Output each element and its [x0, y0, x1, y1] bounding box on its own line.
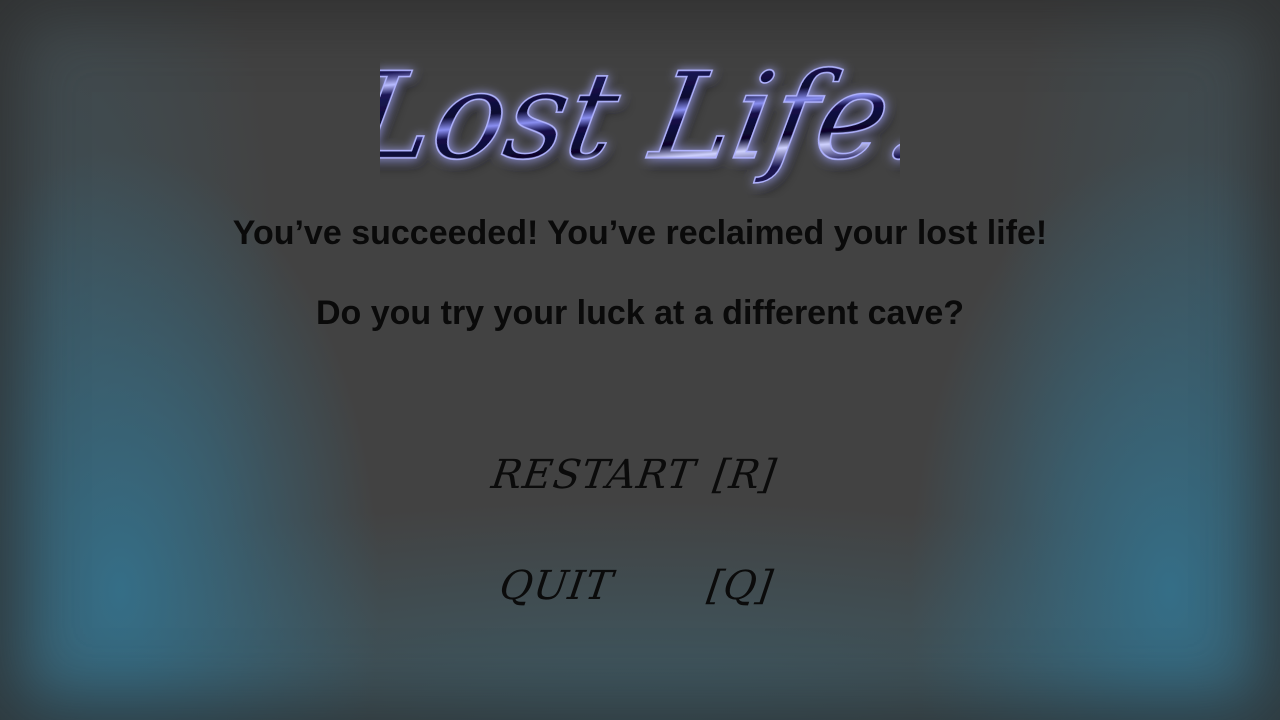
game-title: Lost Life.	[380, 47, 900, 187]
restart-key-hint: [R]	[710, 452, 779, 498]
prompt-message: Do you try your luck at a different cave…	[315, 294, 965, 332]
game-logo-graphic: Lost Life.	[380, 46, 900, 187]
game-logo: Lost Life.	[0, 18, 1280, 198]
quit-key-hint: [Q]	[704, 563, 776, 609]
restart-option[interactable]: RESTART	[489, 452, 699, 498]
quit-option[interactable]: QUIT	[497, 563, 616, 609]
success-message: You’ve succeeded! You’ve reclaimed your …	[232, 214, 1048, 252]
